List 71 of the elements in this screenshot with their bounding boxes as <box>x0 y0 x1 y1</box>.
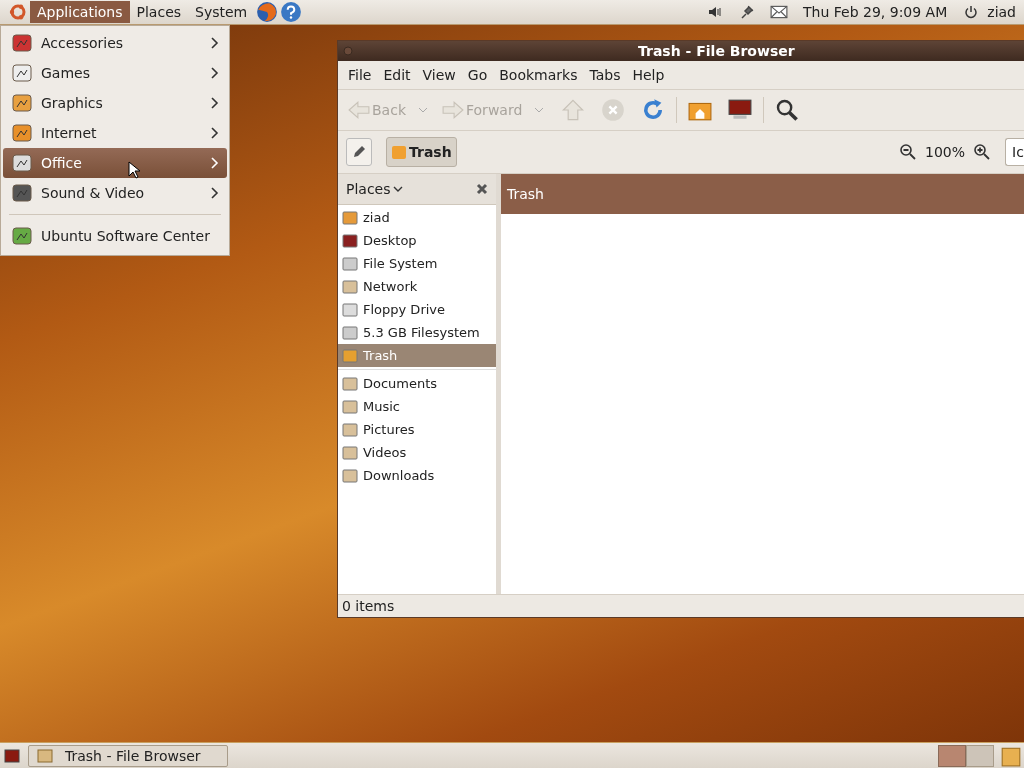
forward-arrow-icon <box>442 101 464 119</box>
menu-bar-item[interactable]: Bookmarks <box>493 67 584 83</box>
view-combo[interactable]: Ic <box>1005 138 1024 166</box>
drive-icon <box>342 324 358 341</box>
menu-item[interactable]: Sound & Video <box>3 178 227 208</box>
user-name[interactable]: ziad <box>987 4 1016 20</box>
zoom-in-icon[interactable] <box>973 143 991 161</box>
pencil-icon <box>351 144 367 160</box>
help-icon[interactable] <box>280 1 303 23</box>
envelope-icon[interactable] <box>770 4 789 20</box>
menu-bar-item[interactable]: Tabs <box>583 67 627 83</box>
folder-icon <box>342 375 358 392</box>
drive-icon <box>342 301 358 318</box>
folder-icon <box>342 421 358 438</box>
workspace-switcher[interactable] <box>938 744 994 767</box>
taskbar-button[interactable]: Trash - File Browser <box>28 744 228 767</box>
dropdown-icon <box>418 107 428 113</box>
close-icon[interactable] <box>476 183 488 195</box>
folder-icon <box>37 747 53 764</box>
folder-icon <box>342 278 358 295</box>
clock[interactable]: Thu Feb 29, 9:09 AM <box>803 4 948 20</box>
folder-name: Trash <box>507 186 544 202</box>
menu-bar-item[interactable]: Edit <box>377 67 417 83</box>
folder-icon <box>342 347 358 364</box>
menu-item[interactable]: Internet <box>3 118 227 148</box>
place-item[interactable]: Documents <box>338 372 496 395</box>
place-item[interactable]: Desktop <box>338 229 496 252</box>
zoom-level: 100% <box>924 144 965 160</box>
folder-icon <box>342 398 358 415</box>
menu-item[interactable]: Graphics <box>3 88 227 118</box>
browser-icon[interactable] <box>256 1 279 23</box>
folder-icon <box>342 444 358 461</box>
menu-item[interactable]: Ubuntu Software Center <box>3 221 227 251</box>
dropdown-icon[interactable] <box>392 186 403 192</box>
menu-bar-item[interactable]: File <box>342 67 378 83</box>
place-item[interactable]: Floppy Drive <box>338 298 496 321</box>
location-button[interactable]: Trash <box>386 137 457 167</box>
menu-item[interactable]: Games <box>3 58 227 88</box>
menu-item[interactable]: Office <box>3 148 227 178</box>
panel-menu[interactable]: System <box>188 1 255 23</box>
menu-bar-item[interactable]: Help <box>626 67 671 83</box>
computer-icon[interactable] <box>728 98 753 122</box>
place-item[interactable]: ziad <box>338 206 496 229</box>
place-item[interactable]: File System <box>338 252 496 275</box>
edit-location-button[interactable] <box>346 138 372 166</box>
place-item[interactable]: Music <box>338 395 496 418</box>
dropdown-icon <box>534 107 545 113</box>
panel-menu[interactable]: Places <box>129 1 189 23</box>
trash-folder-icon <box>391 144 407 160</box>
drive-icon <box>342 255 358 272</box>
panel-menu[interactable]: Applications <box>30 1 130 23</box>
folder-icon <box>342 209 358 226</box>
search-icon[interactable] <box>775 98 800 122</box>
mouse-pointer-icon <box>128 161 140 179</box>
folder-icon <box>342 467 358 484</box>
ubuntu-logo-icon[interactable] <box>8 2 28 22</box>
sidebar-title[interactable]: Places <box>346 181 391 197</box>
show-desktop-icon[interactable] <box>4 748 20 763</box>
window-title: Trash - File Browser <box>638 43 795 59</box>
menu-item[interactable]: Accessories <box>3 28 227 58</box>
place-item[interactable]: Downloads <box>338 464 496 487</box>
place-item[interactable]: Network <box>338 275 496 298</box>
status-text: 0 items <box>342 598 395 614</box>
menu-bar-item[interactable]: Go <box>461 67 494 83</box>
place-item[interactable]: Pictures <box>338 418 496 441</box>
place-item[interactable]: Videos <box>338 441 496 464</box>
zoom-out-icon[interactable] <box>898 143 917 161</box>
menu-bar-item[interactable]: View <box>416 67 462 83</box>
place-item[interactable]: 5.3 GB Filesystem <box>338 321 496 344</box>
back-arrow-icon <box>348 101 370 119</box>
drive-icon <box>342 232 358 249</box>
